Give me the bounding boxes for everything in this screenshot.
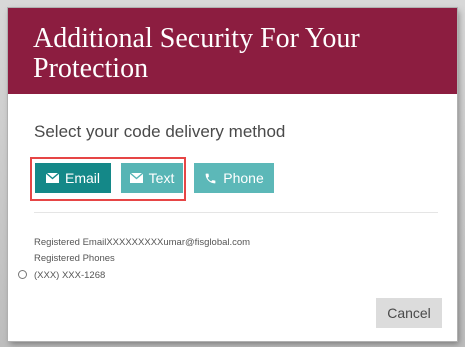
registered-email: Registered EmailXXXXXXXXXumar@fisglobal.… [34,237,251,248]
cancel-button[interactable]: Cancel [376,298,442,328]
phone-icon [204,172,217,185]
text-button[interactable]: Text [121,163,183,193]
envelope-icon [45,173,59,183]
phone-button-label: Phone [223,170,264,186]
dialog-header: Additional Security For Your Protection [8,8,457,94]
registered-phones-label: Registered Phones [34,253,115,264]
envelope-icon [129,173,143,183]
security-dialog: Additional Security For Your Protection … [8,8,457,341]
dialog-title: Additional Security For Your Protection [33,23,360,84]
delivery-method-prompt: Select your code delivery method [34,122,286,141]
email-button[interactable]: Email [35,163,111,193]
section-divider [34,212,438,213]
email-button-label: Email [64,170,100,186]
registered-phone-number: (XXX) XXX-1268 [34,270,106,281]
phone-radio[interactable] [18,270,27,279]
phone-button[interactable]: Phone [194,163,274,193]
text-button-label: Text [148,170,175,186]
